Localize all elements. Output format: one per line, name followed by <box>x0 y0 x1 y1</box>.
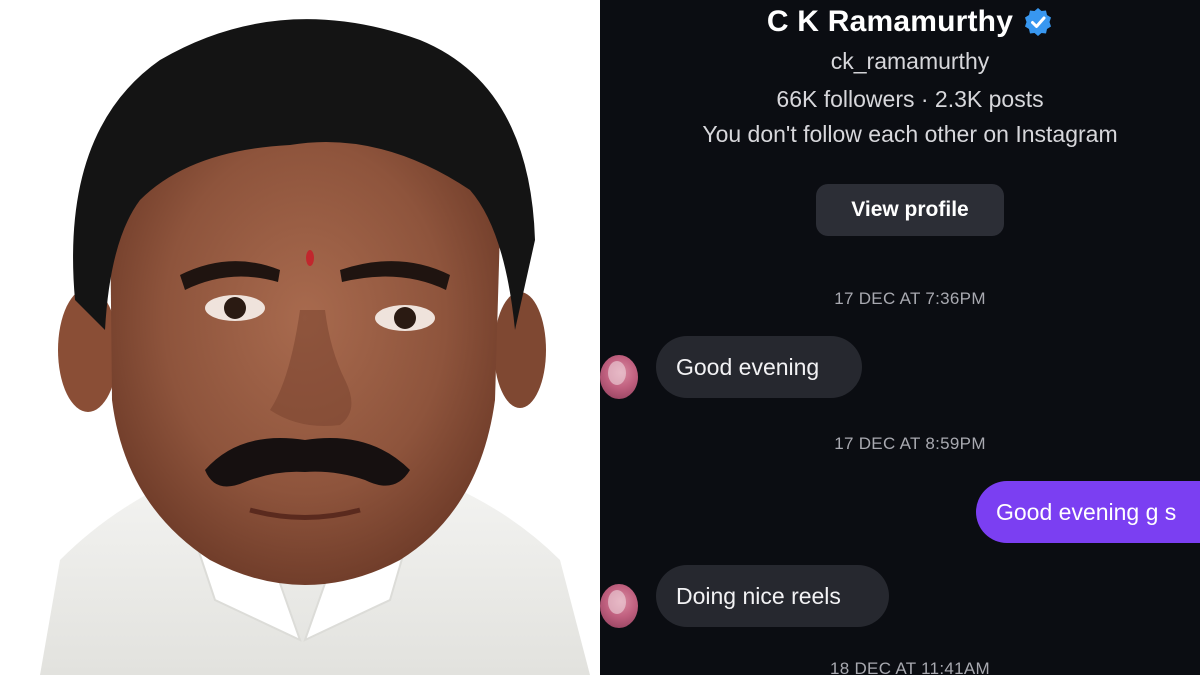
profile-username: ck_ramamurthy <box>830 48 990 74</box>
follow-status-note: You don't follow each other on Instagram <box>702 121 1118 147</box>
incoming-message-bubble[interactable]: Doing nice reels <box>656 565 889 627</box>
view-profile-button[interactable]: View profile <box>816 184 1004 236</box>
profile-stats: 66K followers · 2.3K posts <box>776 86 1044 112</box>
sender-avatar[interactable] <box>600 355 638 399</box>
message-timestamp: 17 DEC AT 7:36PM <box>834 289 986 308</box>
message-timestamp: 18 DEC AT 11:41AM <box>829 659 991 675</box>
portrait-illustration <box>40 19 590 675</box>
incoming-message-bubble[interactable]: Good evening <box>656 336 862 398</box>
message-timestamp: 17 DEC AT 8:59PM <box>834 434 986 453</box>
profile-header: C K Ramamurthy <box>600 0 1200 44</box>
instagram-dm-panel: C K Ramamurthy ck_ramamurthy 66K followe… <box>600 0 1200 675</box>
verified-badge-icon <box>1023 7 1053 37</box>
message-text: Good evening <box>676 353 820 380</box>
outgoing-message-bubble[interactable]: Good evening g s <box>976 481 1200 543</box>
message-text: Good evening g s <box>996 498 1177 525</box>
profile-name: C K Ramamurthy <box>766 5 1014 38</box>
sender-avatar[interactable] <box>600 584 638 628</box>
portrait-photo <box>0 0 600 675</box>
message-text: Doing nice reels <box>676 582 841 609</box>
